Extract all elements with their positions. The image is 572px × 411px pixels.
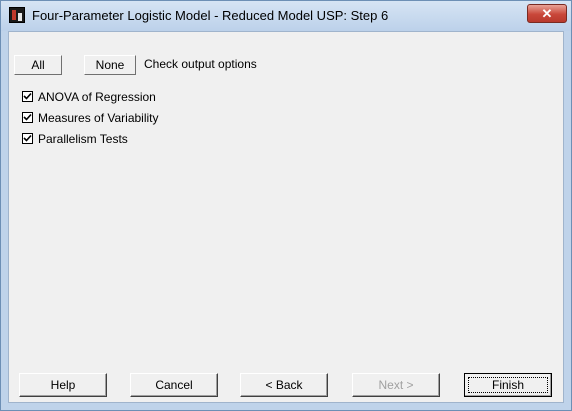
checkmark-icon xyxy=(23,134,32,142)
dialog-window: Four-Parameter Logistic Model - Reduced … xyxy=(0,0,572,411)
parallelism-checkbox[interactable] xyxy=(22,133,33,144)
window-title: Four-Parameter Logistic Model - Reduced … xyxy=(32,8,389,23)
checkmark-icon xyxy=(23,92,32,100)
back-button[interactable]: < Back xyxy=(240,373,328,397)
options-hint: Check output options xyxy=(144,57,257,71)
option-label: ANOVA of Regression xyxy=(38,90,156,104)
option-label: Measures of Variability xyxy=(38,111,159,125)
app-icon xyxy=(9,7,25,23)
option-label: Parallelism Tests xyxy=(38,132,128,146)
finish-button[interactable]: Finish xyxy=(464,373,552,397)
help-button[interactable]: Help xyxy=(19,373,107,397)
close-button[interactable]: ✕ xyxy=(527,4,567,23)
cancel-button[interactable]: Cancel xyxy=(130,373,218,397)
variability-checkbox[interactable] xyxy=(22,112,33,123)
checkmark-icon xyxy=(23,113,32,121)
anova-checkbox[interactable] xyxy=(22,91,33,102)
next-button[interactable]: Next > xyxy=(352,373,440,397)
dialog-body: All None Check output options ANOVA of R… xyxy=(8,31,564,403)
all-button[interactable]: All xyxy=(14,55,62,75)
title-bar[interactable]: Four-Parameter Logistic Model - Reduced … xyxy=(1,1,571,31)
focus-rect xyxy=(468,377,548,393)
close-icon: ✕ xyxy=(541,6,553,21)
none-button[interactable]: None xyxy=(84,55,136,75)
